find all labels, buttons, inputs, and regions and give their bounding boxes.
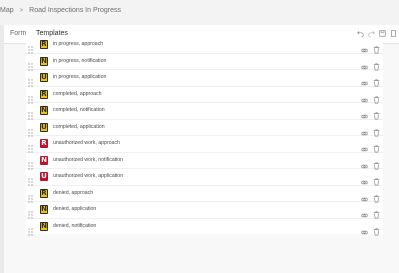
template-symbol-icon: U (40, 172, 48, 181)
template-row[interactable]: Ndenied, application (26, 202, 383, 219)
trash-icon[interactable] (373, 173, 380, 186)
template-symbol-icon: R (40, 139, 48, 148)
link-icon[interactable] (361, 173, 368, 185)
template-label: completed, application (53, 123, 105, 130)
link-icon[interactable] (361, 41, 368, 53)
link-icon[interactable] (361, 124, 368, 135)
breadcrumb: Map > Road Inspections In Progress (0, 7, 121, 14)
template-label: completed, notification (53, 107, 105, 113)
template-row[interactable]: Rin progress, approach (26, 37, 383, 54)
template-label: denied, application (53, 206, 97, 212)
link-icon[interactable] (361, 206, 368, 218)
trash-icon[interactable] (373, 124, 380, 136)
link-icon[interactable] (361, 91, 368, 102)
template-symbol-icon: N (40, 106, 48, 115)
template-symbol-icon: N (40, 56, 48, 66)
template-row[interactable]: Nunauthorized work, notification (26, 153, 383, 170)
template-list: Rin progress, approach Nin progress, noti… (26, 37, 383, 236)
template-symbol-icon: R (40, 40, 48, 49)
more-icon[interactable] (389, 29, 397, 38)
template-symbol-icon: U (40, 73, 48, 82)
template-row[interactable]: Rdenied, approach (26, 186, 383, 203)
template-row[interactable]: Ndenied, notification (26, 219, 383, 236)
trash-icon[interactable] (373, 107, 380, 120)
breadcrumb-separator: > (19, 7, 24, 14)
link-icon[interactable] (361, 157, 368, 168)
trash-icon[interactable] (373, 91, 380, 103)
template-row[interactable]: Uin progress, application (26, 70, 383, 87)
drag-handle-icon[interactable] (28, 58, 33, 71)
left-panel-edge (0, 25, 4, 273)
drag-handle-icon[interactable] (28, 157, 33, 170)
template-label: in progress, notification (53, 57, 107, 64)
link-icon[interactable] (361, 223, 368, 234)
link-icon[interactable] (361, 58, 368, 69)
trash-icon[interactable] (373, 206, 380, 219)
drag-handle-icon[interactable] (28, 190, 33, 203)
template-label: denied, approach (53, 189, 94, 196)
header-bar: Map > Road Inspections In Progress (0, 0, 399, 25)
trash-icon[interactable] (373, 190, 380, 202)
tab-form[interactable]: Form (10, 30, 26, 37)
drag-handle-icon[interactable] (28, 41, 33, 54)
template-row[interactable]: Uunauthorized work, application (26, 169, 383, 186)
drag-handle-icon[interactable] (28, 91, 33, 104)
template-label: denied, notification (53, 222, 97, 229)
drag-handle-icon[interactable] (28, 140, 33, 153)
drag-handle-icon[interactable] (28, 107, 33, 120)
drag-handle-icon[interactable] (28, 206, 33, 219)
template-symbol-icon: N (40, 221, 48, 231)
template-row[interactable]: Ucompleted, application (26, 120, 383, 137)
template-label: completed, approach (53, 90, 102, 97)
template-symbol-icon: R (40, 188, 48, 198)
template-row[interactable]: Rcompleted, approach (26, 87, 383, 104)
link-icon[interactable] (361, 74, 368, 86)
trash-icon[interactable] (373, 58, 380, 70)
template-label: unauthorized work, notification (53, 156, 124, 163)
template-row[interactable]: Nin progress, notification (26, 54, 383, 71)
trash-icon[interactable] (373, 41, 380, 54)
link-icon[interactable] (361, 107, 368, 119)
drag-handle-icon[interactable] (28, 173, 33, 186)
trash-icon[interactable] (373, 74, 380, 87)
trash-icon[interactable] (373, 223, 380, 235)
breadcrumb-parent-link[interactable]: Map (0, 7, 14, 14)
template-symbol-icon: U (40, 122, 48, 132)
template-symbol-icon: N (40, 155, 48, 165)
template-row[interactable]: Runauthorized work, approach (26, 136, 383, 153)
template-label: unauthorized work, approach (53, 140, 120, 146)
link-icon[interactable] (361, 140, 368, 152)
link-icon[interactable] (361, 190, 368, 201)
drag-handle-icon[interactable] (28, 74, 33, 87)
trash-icon[interactable] (373, 140, 380, 153)
drag-handle-icon[interactable] (28, 223, 33, 236)
tab-templates[interactable]: Templates (36, 30, 68, 37)
template-label: in progress, approach (53, 41, 104, 47)
template-symbol-icon: R (40, 89, 48, 99)
template-symbol-icon: N (40, 205, 48, 214)
drag-handle-icon[interactable] (28, 124, 33, 137)
trash-icon[interactable] (373, 157, 380, 169)
template-label: in progress, application (53, 74, 107, 80)
page-title: Road Inspections In Progress (29, 7, 121, 14)
template-label: unauthorized work, application (53, 173, 124, 179)
template-row[interactable]: Ncompleted, notification (26, 103, 383, 120)
